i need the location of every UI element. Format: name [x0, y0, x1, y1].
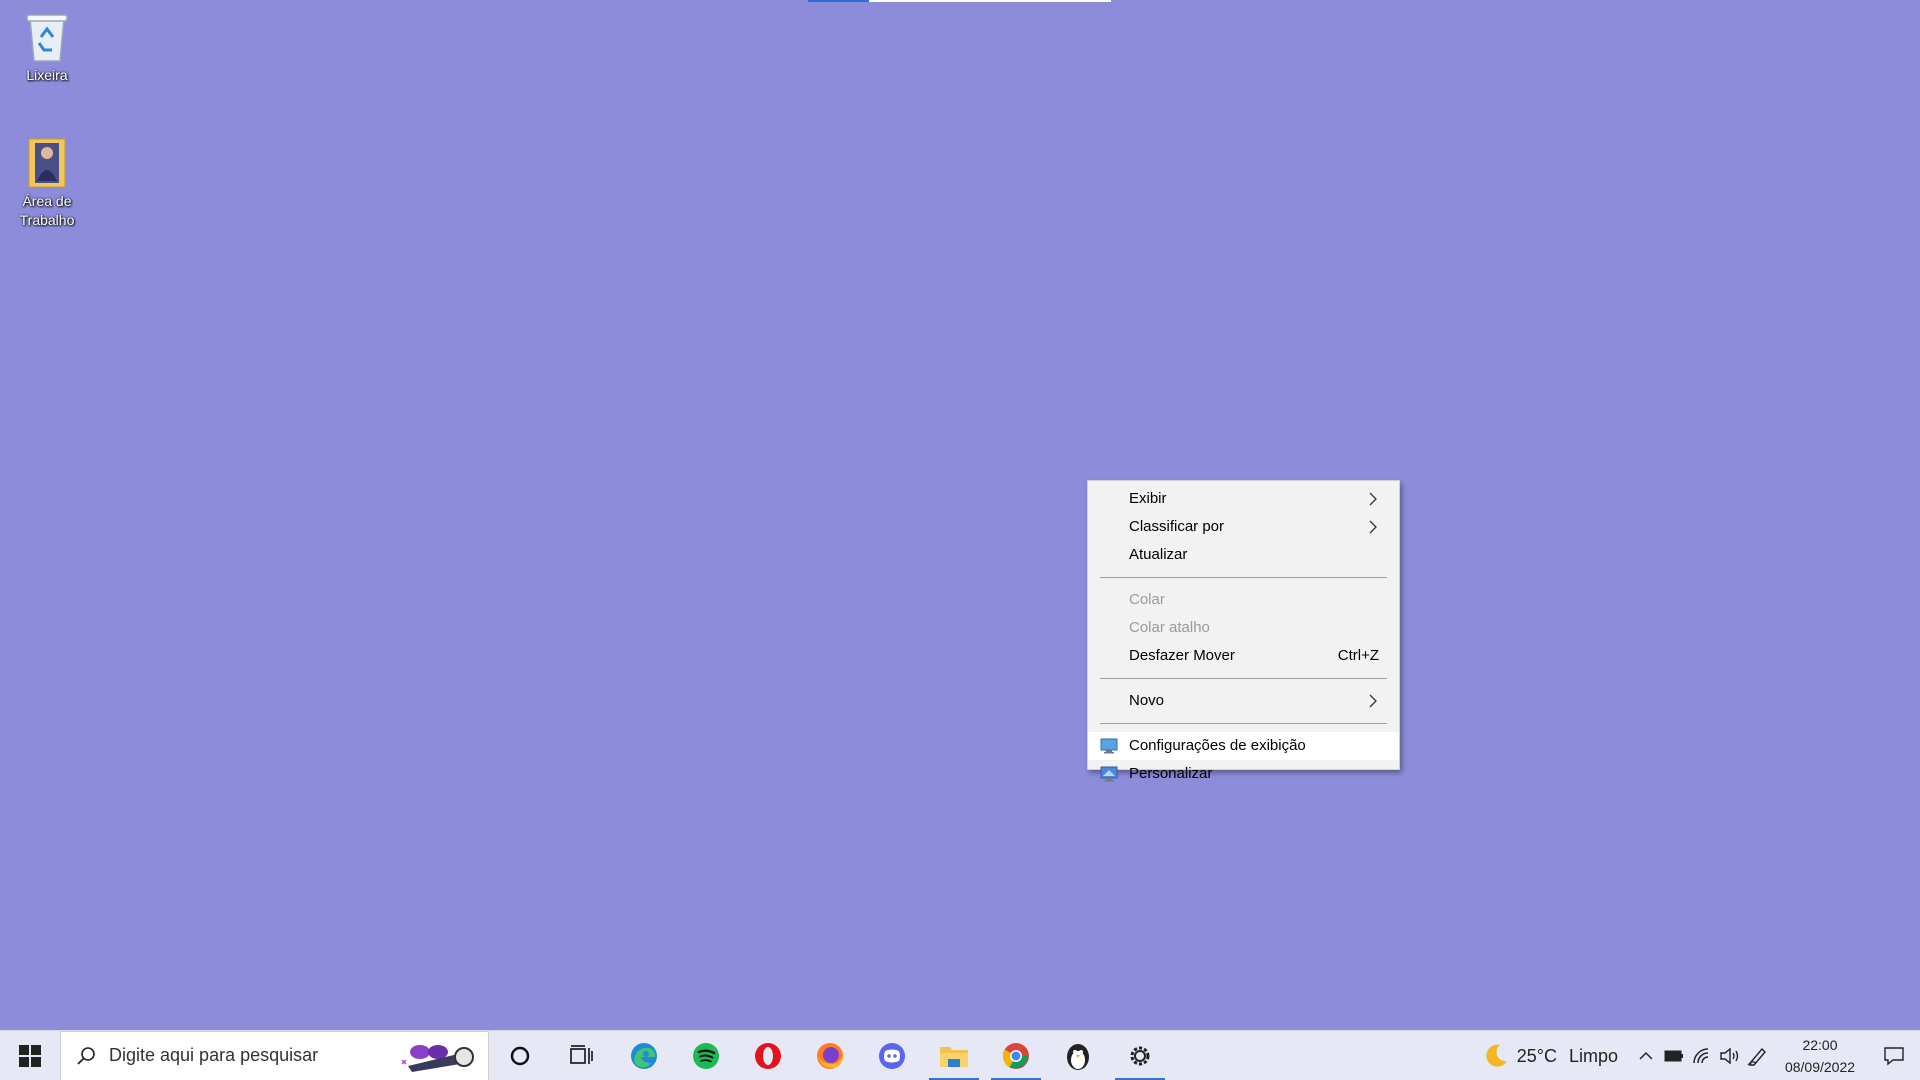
start-button[interactable] — [0, 1031, 60, 1080]
pen-icon — [1747, 1047, 1766, 1066]
tray-pen[interactable] — [1744, 1031, 1772, 1080]
edge-icon — [631, 1042, 657, 1069]
tray-battery[interactable] — [1660, 1031, 1688, 1080]
clock-time: 22:00 — [1802, 1037, 1838, 1053]
cortana-icon — [510, 1046, 530, 1065]
taskbar-search-box[interactable]: Digite aqui para pesquisar — [60, 1030, 489, 1080]
desktop-context-menu: Exibir Classificar por Atualizar Colar C… — [1087, 480, 1400, 782]
desktop-icon-recycle-bin[interactable]: Lixeira — [2, 8, 92, 85]
menu-item-label: Colar atalho — [1129, 619, 1210, 636]
taskbar-settings[interactable] — [1109, 1031, 1171, 1080]
opera-icon — [755, 1042, 781, 1069]
folder-icon — [21, 134, 73, 190]
file-explorer-icon — [940, 1046, 968, 1067]
menu-item-novo[interactable]: Novo — [1088, 687, 1399, 715]
clock-date: 08/09/2022 — [1784, 1059, 1856, 1075]
menu-separator — [1100, 678, 1387, 679]
action-center-button[interactable] — [1868, 1031, 1920, 1080]
taskbar-clock[interactable]: 22:00 08/09/2022 — [1772, 1034, 1868, 1078]
taskbar-opera[interactable] — [737, 1031, 799, 1080]
windows-logo-icon — [19, 1044, 41, 1067]
taskbar-firefox[interactable] — [799, 1031, 861, 1080]
settings-gear-icon — [1130, 1046, 1150, 1065]
menu-item-exibir[interactable]: Exibir — [1088, 485, 1399, 513]
display-settings-icon — [1100, 738, 1118, 754]
menu-item-label: Exibir — [1129, 490, 1167, 507]
menu-separator — [1100, 577, 1387, 578]
taskbar: Digite aqui para pesquisar 25°C Limpo 22… — [0, 1030, 1920, 1080]
taskbar-edge[interactable] — [613, 1031, 675, 1080]
penguin-icon — [1067, 1043, 1089, 1070]
menu-item-configuracoes-de-exibicao[interactable]: Configurações de exibição — [1088, 732, 1399, 760]
desktop-icon-area-de-trabalho[interactable]: Área de Trabalho — [2, 134, 92, 230]
weather-condition: Limpo — [1568, 1045, 1618, 1066]
menu-item-atualizar[interactable]: Atualizar — [1088, 541, 1399, 569]
volume-icon — [1720, 1047, 1739, 1065]
menu-separator — [1100, 723, 1387, 724]
taskbar-penguin-app[interactable] — [1047, 1031, 1109, 1080]
personalize-icon — [1100, 766, 1118, 782]
window-edge-strip — [808, 0, 1111, 2]
menu-item-label: Atualizar — [1129, 546, 1188, 563]
taskbar-discord[interactable] — [861, 1031, 923, 1080]
task-view-icon — [570, 1044, 593, 1064]
menu-item-label: Novo — [1129, 692, 1165, 709]
menu-item-label: Personalizar — [1129, 765, 1213, 782]
menu-item-desfazer-mover[interactable]: Desfazer Mover Ctrl+Z — [1088, 642, 1399, 670]
chevron-right-icon — [1369, 520, 1377, 534]
chevron-right-icon — [1369, 694, 1377, 708]
recycle-bin-icon — [21, 8, 73, 64]
menu-item-label: Configurações de exibição — [1129, 737, 1306, 754]
battery-icon — [1664, 1050, 1683, 1062]
chevron-up-icon — [1639, 1051, 1653, 1060]
menu-item-label: Desfazer Mover — [1129, 647, 1235, 664]
search-icon — [77, 1046, 95, 1065]
taskbar-file-explorer[interactable] — [923, 1031, 985, 1080]
taskbar-spotify[interactable] — [675, 1031, 737, 1080]
system-tray: 25°C Limpo 22:00 08/09/2022 — [1483, 1031, 1920, 1080]
menu-item-personalizar[interactable]: Personalizar — [1088, 760, 1399, 788]
search-highlight-art-icon — [401, 1044, 474, 1072]
wifi-icon — [1693, 1048, 1709, 1064]
desktop-icon-label: Área de Trabalho — [19, 193, 75, 228]
menu-item-colar: Colar — [1088, 586, 1399, 614]
moon-icon — [1486, 1044, 1507, 1067]
tray-volume[interactable] — [1716, 1031, 1744, 1080]
tray-overflow-button[interactable] — [1632, 1031, 1660, 1080]
tray-wifi[interactable] — [1688, 1031, 1716, 1080]
menu-item-label: Classificar por — [1129, 518, 1225, 535]
firefox-icon — [817, 1042, 843, 1069]
menu-item-colar-atalho: Colar atalho — [1088, 614, 1399, 642]
desktop-icon-label: Lixeira — [26, 67, 68, 83]
discord-icon — [879, 1042, 905, 1069]
taskbar-task-view[interactable] — [551, 1031, 613, 1080]
menu-item-label: Colar — [1129, 591, 1165, 608]
weather-temperature: 25°C — [1516, 1045, 1557, 1066]
spotify-icon — [693, 1042, 719, 1069]
notification-icon — [1884, 1047, 1904, 1066]
taskbar-chrome[interactable] — [985, 1031, 1047, 1080]
taskbar-cortana[interactable] — [489, 1031, 551, 1080]
chrome-icon — [1002, 1042, 1029, 1069]
weather-widget[interactable]: 25°C Limpo — [1483, 1043, 1618, 1069]
chevron-right-icon — [1369, 492, 1377, 506]
menu-item-classificar-por[interactable]: Classificar por — [1088, 513, 1399, 541]
menu-item-shortcut: Ctrl+Z — [1337, 647, 1379, 664]
